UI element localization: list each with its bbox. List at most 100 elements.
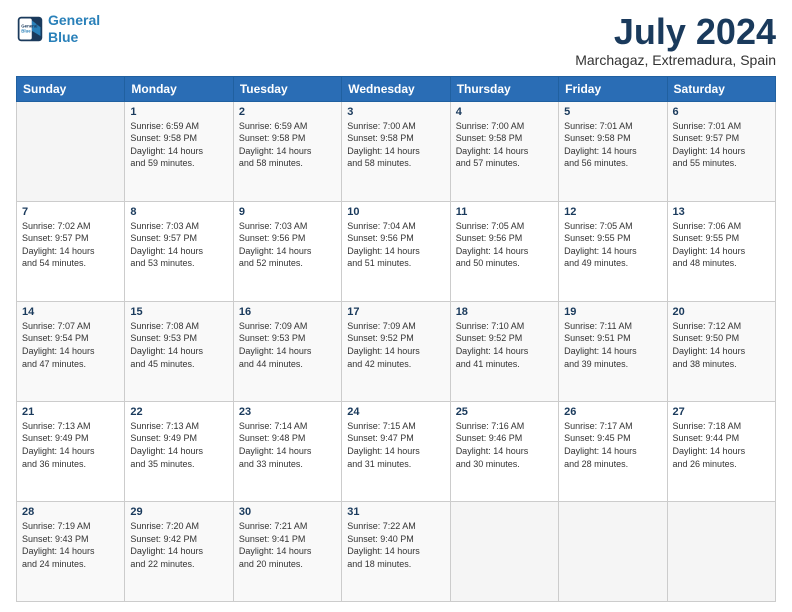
day-info: Sunrise: 7:09 AM Sunset: 9:52 PM Dayligh… [347,320,444,370]
day-info: Sunrise: 7:12 AM Sunset: 9:50 PM Dayligh… [673,320,770,370]
calendar-cell: 12Sunrise: 7:05 AM Sunset: 9:55 PM Dayli… [559,201,667,301]
day-info: Sunrise: 7:10 AM Sunset: 9:52 PM Dayligh… [456,320,553,370]
day-info: Sunrise: 7:20 AM Sunset: 9:42 PM Dayligh… [130,520,227,570]
calendar-table: SundayMondayTuesdayWednesdayThursdayFrid… [16,76,776,602]
logo-icon: General Blue [16,15,44,43]
day-number: 16 [239,306,336,318]
day-number: 10 [347,206,444,218]
day-info: Sunrise: 7:00 AM Sunset: 9:58 PM Dayligh… [347,120,444,170]
day-number: 18 [456,306,553,318]
calendar-cell: 4Sunrise: 7:00 AM Sunset: 9:58 PM Daylig… [450,101,558,201]
day-number: 30 [239,506,336,518]
day-number: 12 [564,206,661,218]
location-title: Marchagaz, Extremadura, Spain [575,52,776,68]
calendar-cell: 25 Sunrise: 7:16 AM Sunset: 9:46 PM Dayli… [450,401,558,501]
calendar-header-tuesday: Tuesday [233,76,341,101]
calendar-cell: 13Sunrise: 7:06 AM Sunset: 9:55 PM Dayli… [667,201,775,301]
calendar-cell: 22Sunrise: 7:13 AM Sunset: 9:49 PM Dayli… [125,401,233,501]
logo-line1: General [48,12,100,28]
calendar-cell: 21Sunrise: 7:13 AM Sunset: 9:49 PM Dayli… [17,401,125,501]
day-info: Sunrise: 7:18 AM Sunset: 9:44 PM Dayligh… [673,420,770,470]
calendar-cell: 18 Sunrise: 7:10 AM Sunset: 9:52 PM Dayli… [450,301,558,401]
logo: General Blue General Blue [16,12,100,46]
day-info: Sunrise: 7:07 AM Sunset: 9:54 PM Dayligh… [22,320,119,370]
svg-text:General: General [21,23,37,28]
day-info: Sunrise: 6:59 AM Sunset: 9:58 PM Dayligh… [130,120,227,170]
month-title: July 2024 [575,12,776,52]
day-info: Sunrise: 7:16 AM Sunset: 9:46 PM Dayligh… [456,420,553,470]
day-number: 8 [130,206,227,218]
page: General Blue General Blue July 2024 Marc… [0,0,792,612]
calendar-cell: 27 Sunrise: 7:18 AM Sunset: 9:44 PM Dayli… [667,401,775,501]
calendar-cell: 16Sunrise: 7:09 AM Sunset: 9:53 PM Dayli… [233,301,341,401]
day-info: Sunrise: 7:05 AM Sunset: 9:56 PM Dayligh… [456,220,553,270]
day-info: Sunrise: 7:03 AM Sunset: 9:56 PM Dayligh… [239,220,336,270]
day-number: 11 [456,206,553,218]
day-number: 1 [130,106,227,118]
calendar-cell: 31Sunrise: 7:22 AM Sunset: 9:40 PM Dayli… [342,501,450,601]
day-info: Sunrise: 7:22 AM Sunset: 9:40 PM Dayligh… [347,520,444,570]
calendar-cell: 15 Sunrise: 7:08 AM Sunset: 9:53 PM Dayli… [125,301,233,401]
calendar-cell: 8 Sunrise: 7:03 AM Sunset: 9:57 PM Daylig… [125,201,233,301]
day-info: Sunrise: 6:59 AM Sunset: 9:58 PM Dayligh… [239,120,336,170]
day-info: Sunrise: 7:08 AM Sunset: 9:53 PM Dayligh… [130,320,227,370]
calendar-cell: 20 Sunrise: 7:12 AM Sunset: 9:50 PM Dayli… [667,301,775,401]
day-info: Sunrise: 7:06 AM Sunset: 9:55 PM Dayligh… [673,220,770,270]
day-info: Sunrise: 7:04 AM Sunset: 9:56 PM Dayligh… [347,220,444,270]
calendar-week-2: 7 Sunrise: 7:02 AM Sunset: 9:57 PM Daylig… [17,201,776,301]
calendar-cell: 9Sunrise: 7:03 AM Sunset: 9:56 PM Daylig… [233,201,341,301]
calendar-cell: 6Sunrise: 7:01 AM Sunset: 9:57 PM Daylig… [667,101,775,201]
calendar-cell: 23 Sunrise: 7:14 AM Sunset: 9:48 PM Dayli… [233,401,341,501]
calendar-cell: 24Sunrise: 7:15 AM Sunset: 9:47 PM Dayli… [342,401,450,501]
day-number: 25 [456,406,553,418]
day-info: Sunrise: 7:21 AM Sunset: 9:41 PM Dayligh… [239,520,336,570]
title-area: July 2024 Marchagaz, Extremadura, Spain [575,12,776,68]
calendar-cell: 26 Sunrise: 7:17 AM Sunset: 9:45 PM Dayli… [559,401,667,501]
calendar-header-thursday: Thursday [450,76,558,101]
calendar-header-saturday: Saturday [667,76,775,101]
calendar-cell: 11 Sunrise: 7:05 AM Sunset: 9:56 PM Dayli… [450,201,558,301]
day-number: 3 [347,106,444,118]
calendar-week-4: 21Sunrise: 7:13 AM Sunset: 9:49 PM Dayli… [17,401,776,501]
day-info: Sunrise: 7:03 AM Sunset: 9:57 PM Dayligh… [130,220,227,270]
calendar-header-row: SundayMondayTuesdayWednesdayThursdayFrid… [17,76,776,101]
calendar-cell: 14 Sunrise: 7:07 AM Sunset: 9:54 PM Dayli… [17,301,125,401]
logo-text: General Blue [48,12,100,46]
day-info: Sunrise: 7:17 AM Sunset: 9:45 PM Dayligh… [564,420,661,470]
day-number: 19 [564,306,661,318]
calendar-header-friday: Friday [559,76,667,101]
calendar-cell: 5Sunrise: 7:01 AM Sunset: 9:58 PM Daylig… [559,101,667,201]
day-info: Sunrise: 7:19 AM Sunset: 9:43 PM Dayligh… [22,520,119,570]
calendar-cell [559,501,667,601]
calendar-cell: 7 Sunrise: 7:02 AM Sunset: 9:57 PM Daylig… [17,201,125,301]
day-number: 20 [673,306,770,318]
calendar-cell: 29 Sunrise: 7:20 AM Sunset: 9:42 PM Dayli… [125,501,233,601]
calendar-cell: 1 Sunrise: 6:59 AM Sunset: 9:58 PM Daylig… [125,101,233,201]
day-number: 6 [673,106,770,118]
day-info: Sunrise: 7:13 AM Sunset: 9:49 PM Dayligh… [22,420,119,470]
day-number: 7 [22,206,119,218]
day-info: Sunrise: 7:14 AM Sunset: 9:48 PM Dayligh… [239,420,336,470]
day-info: Sunrise: 7:13 AM Sunset: 9:49 PM Dayligh… [130,420,227,470]
day-number: 23 [239,406,336,418]
calendar-header-sunday: Sunday [17,76,125,101]
day-number: 27 [673,406,770,418]
day-info: Sunrise: 7:02 AM Sunset: 9:57 PM Dayligh… [22,220,119,270]
day-number: 29 [130,506,227,518]
calendar-cell [450,501,558,601]
day-number: 4 [456,106,553,118]
day-info: Sunrise: 7:11 AM Sunset: 9:51 PM Dayligh… [564,320,661,370]
day-number: 2 [239,106,336,118]
calendar-header-wednesday: Wednesday [342,76,450,101]
svg-text:Blue: Blue [21,28,31,33]
day-number: 26 [564,406,661,418]
header: General Blue General Blue July 2024 Marc… [16,12,776,68]
calendar-cell: 3 Sunrise: 7:00 AM Sunset: 9:58 PM Daylig… [342,101,450,201]
day-number: 14 [22,306,119,318]
day-info: Sunrise: 7:15 AM Sunset: 9:47 PM Dayligh… [347,420,444,470]
calendar-cell [667,501,775,601]
day-info: Sunrise: 7:01 AM Sunset: 9:58 PM Dayligh… [564,120,661,170]
day-number: 15 [130,306,227,318]
day-number: 17 [347,306,444,318]
calendar-week-1: 1 Sunrise: 6:59 AM Sunset: 9:58 PM Daylig… [17,101,776,201]
